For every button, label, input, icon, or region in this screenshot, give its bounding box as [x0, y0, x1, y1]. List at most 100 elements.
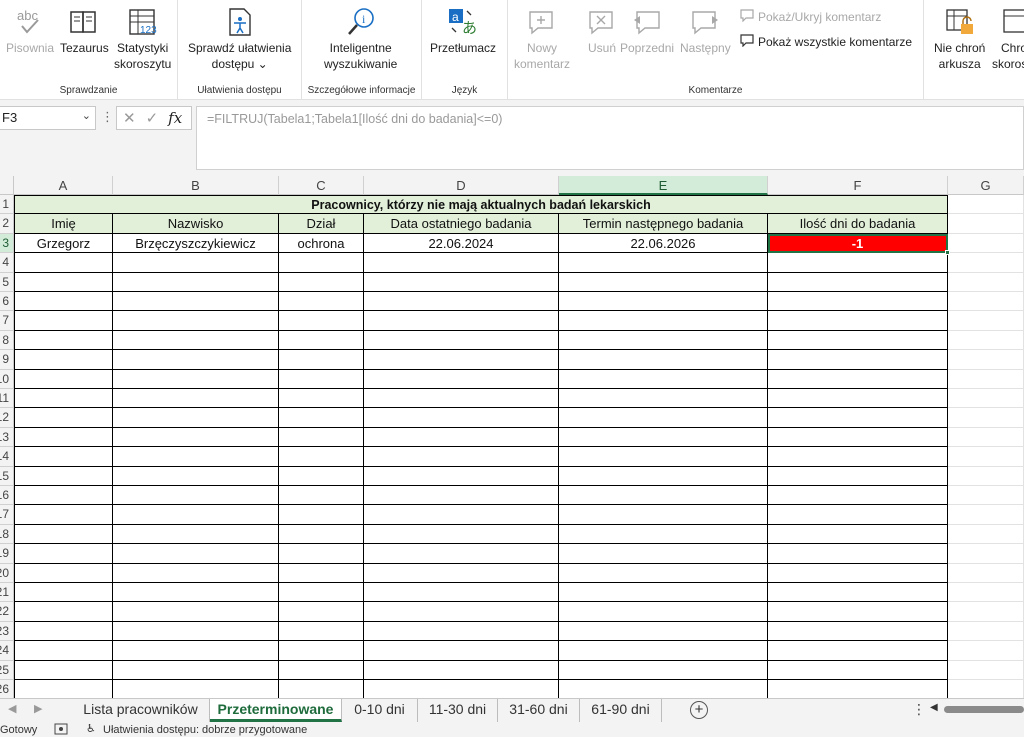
accessibility-status[interactable]: Ułatwienia dostępu: dobrze przygotowane	[103, 724, 307, 736]
row-header[interactable]: 11	[0, 389, 14, 409]
table-cell[interactable]	[14, 447, 113, 467]
show-all-comments-button[interactable]: Pokaż wszystkie komentarze	[740, 33, 912, 50]
table-cell[interactable]	[113, 369, 279, 389]
check-accessibility-button[interactable]: Sprawdź ułatwienia dostępu ⌄	[188, 4, 291, 72]
cell[interactable]	[948, 505, 1024, 525]
table-cell[interactable]	[768, 272, 948, 292]
spelling-button[interactable]: abc Pisownia	[6, 4, 54, 56]
table-cell[interactable]: ochrona	[279, 233, 364, 254]
row-header[interactable]: 2	[0, 214, 14, 234]
table-cell[interactable]	[14, 389, 113, 409]
table-header[interactable]: Imię	[14, 214, 113, 234]
scroll-left-icon[interactable]: ◀	[930, 702, 938, 713]
table-cell[interactable]	[279, 350, 364, 370]
table-header[interactable]: Dział	[279, 214, 364, 234]
table-cell[interactable]	[14, 544, 113, 564]
cell[interactable]	[948, 272, 1024, 292]
table-cell[interactable]	[768, 253, 948, 273]
row-header[interactable]: 5	[0, 272, 14, 292]
table-cell[interactable]	[364, 427, 559, 448]
table-cell[interactable]	[559, 427, 768, 448]
cell[interactable]	[948, 447, 1024, 467]
table-cell[interactable]	[279, 641, 364, 661]
table-cell[interactable]	[14, 253, 113, 273]
sheet-tab[interactable]: 61-90 dni	[580, 699, 662, 722]
table-cell[interactable]	[559, 350, 768, 370]
table-cell[interactable]	[768, 486, 948, 506]
table-cell[interactable]	[364, 583, 559, 603]
table-cell[interactable]	[559, 253, 768, 273]
table-cell[interactable]	[14, 680, 113, 700]
table-cell[interactable]	[559, 524, 768, 545]
table-cell[interactable]	[113, 486, 279, 506]
sheet-tab[interactable]: Przeterminowane	[210, 699, 342, 722]
cell[interactable]	[948, 621, 1024, 642]
cell[interactable]	[948, 660, 1024, 680]
insert-function-icon[interactable]: fx	[168, 109, 182, 127]
table-cell[interactable]	[559, 369, 768, 389]
table-cell[interactable]	[279, 369, 364, 389]
table-cell[interactable]	[279, 621, 364, 642]
table-cell[interactable]	[364, 621, 559, 642]
table-cell[interactable]	[279, 660, 364, 680]
cell[interactable]	[948, 350, 1024, 370]
new-comment-button[interactable]: Nowy komentarz	[514, 4, 570, 72]
table-cell[interactable]	[768, 408, 948, 428]
table-cell[interactable]	[14, 369, 113, 389]
table-cell[interactable]	[14, 505, 113, 525]
cell[interactable]	[948, 602, 1024, 622]
table-cell[interactable]: 22.06.2024	[364, 233, 559, 254]
table-cell[interactable]	[559, 408, 768, 428]
table-cell[interactable]	[279, 466, 364, 486]
table-cell[interactable]	[113, 505, 279, 525]
table-cell[interactable]	[279, 292, 364, 312]
add-sheet-icon[interactable]: +	[690, 701, 708, 719]
unprotect-sheet-button[interactable]: Nie chroń arkusza	[934, 4, 985, 72]
cell[interactable]	[948, 524, 1024, 545]
table-cell[interactable]	[768, 311, 948, 331]
row-header[interactable]: 23	[0, 621, 14, 642]
previous-comment-button[interactable]: Poprzedni	[620, 4, 674, 56]
table-cell[interactable]	[559, 466, 768, 486]
table-cell[interactable]: Grzegorz	[14, 233, 113, 254]
table-cell[interactable]	[768, 524, 948, 545]
table-cell[interactable]	[364, 311, 559, 331]
row-header[interactable]: 19	[0, 544, 14, 564]
table-cell[interactable]	[113, 583, 279, 603]
table-cell[interactable]	[14, 602, 113, 622]
row-header[interactable]: 4	[0, 253, 14, 273]
table-cell[interactable]	[14, 641, 113, 661]
table-cell[interactable]	[113, 427, 279, 448]
table-cell[interactable]	[279, 505, 364, 525]
table-cell[interactable]	[559, 621, 768, 642]
sheet-tab[interactable]: 0-10 dni	[342, 699, 418, 722]
table-cell[interactable]	[559, 486, 768, 506]
row-header[interactable]: 12	[0, 408, 14, 428]
table-cell[interactable]	[768, 505, 948, 525]
table-cell[interactable]	[279, 427, 364, 448]
table-cell[interactable]	[113, 524, 279, 545]
table-cell[interactable]	[364, 466, 559, 486]
table-cell[interactable]	[113, 292, 279, 312]
table-cell[interactable]	[113, 544, 279, 564]
table-cell[interactable]	[113, 408, 279, 428]
scroll-tabs-left-icon[interactable]: ◀	[8, 702, 16, 715]
table-cell[interactable]	[364, 563, 559, 583]
row-header[interactable]: 9	[0, 350, 14, 370]
row-header[interactable]: 6	[0, 292, 14, 312]
cell[interactable]	[948, 330, 1024, 351]
table-cell[interactable]	[364, 272, 559, 292]
table-cell[interactable]	[768, 602, 948, 622]
row-header[interactable]: 22	[0, 602, 14, 622]
cell[interactable]	[948, 641, 1024, 661]
table-cell[interactable]	[14, 272, 113, 292]
protect-workbook-button[interactable]: Chroń skoroszyt	[992, 4, 1024, 72]
table-cell[interactable]	[768, 621, 948, 642]
table-cell[interactable]	[559, 680, 768, 700]
table-cell[interactable]	[113, 311, 279, 331]
table-cell[interactable]	[768, 466, 948, 486]
table-cell[interactable]	[279, 272, 364, 292]
table-cell[interactable]	[279, 544, 364, 564]
accessibility-status-icon[interactable]: ♿︎	[86, 722, 96, 735]
table-header[interactable]: Ilość dni do badania	[768, 214, 948, 234]
